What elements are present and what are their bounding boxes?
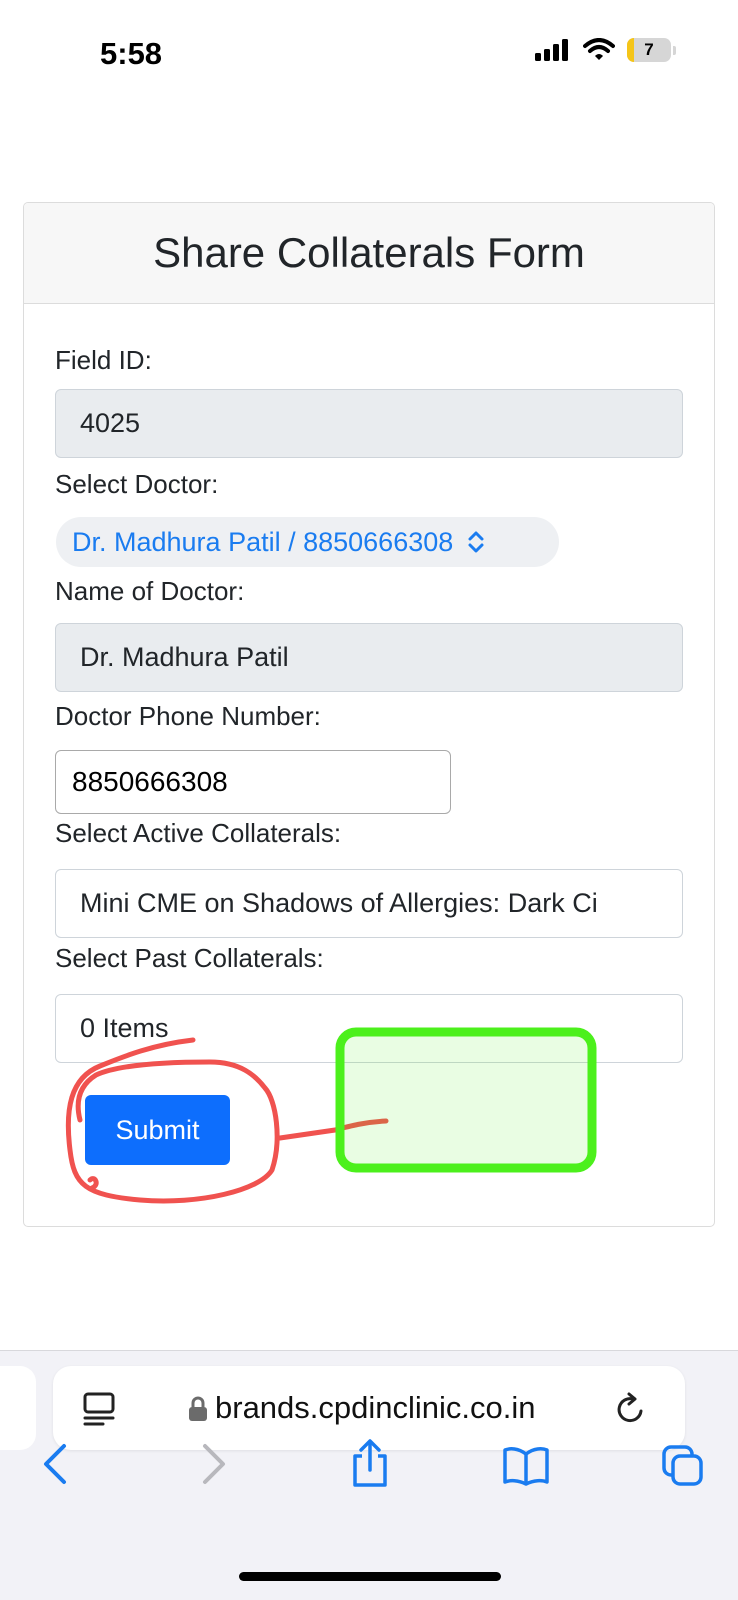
url-text: brands.cpdinclinic.co.in: [215, 1390, 536, 1425]
page-title: Share Collaterals Form: [153, 229, 585, 276]
browser-bottom-bar: brands.cpdinclinic.co.in: [0, 1350, 738, 1600]
battery-indicator: 7: [627, 38, 671, 62]
field-id-label: Field ID:: [55, 345, 152, 375]
battery-tip: [673, 45, 676, 55]
cellular-signal-icon: [535, 39, 568, 61]
status-icons: 7: [535, 38, 676, 62]
chevron-up-down-icon: [468, 531, 484, 553]
field-id-input: 4025: [55, 389, 683, 458]
back-icon[interactable]: [40, 1442, 70, 1486]
select-doctor-dropdown[interactable]: Dr. Madhura Patil / 8850666308: [56, 517, 559, 567]
lock-icon: [189, 1396, 207, 1421]
doctor-name-input: Dr. Madhura Patil: [55, 623, 683, 692]
bookmarks-icon[interactable]: [502, 1446, 550, 1486]
past-collaterals-label: Select Past Collaterals:: [55, 943, 324, 973]
doctor-phone-label: Doctor Phone Number:: [55, 701, 321, 731]
submit-button[interactable]: Submit: [85, 1095, 230, 1165]
active-collaterals-label: Select Active Collaterals:: [55, 818, 342, 848]
home-indicator[interactable]: [239, 1572, 501, 1581]
tabs-icon[interactable]: [661, 1444, 705, 1488]
share-collaterals-card: Share Collaterals Form Field ID: 4025 Se…: [23, 202, 715, 1227]
doctor-name-label: Name of Doctor:: [55, 576, 245, 606]
select-doctor-label: Select Doctor:: [55, 469, 219, 499]
previous-tab-preview[interactable]: [0, 1366, 36, 1450]
doctor-phone-input[interactable]: 8850666308: [55, 750, 451, 814]
battery-level: 7: [644, 40, 654, 59]
select-doctor-value: Dr. Madhura Patil / 8850666308: [72, 526, 454, 557]
wifi-icon: [583, 38, 615, 60]
card-header: Share Collaterals Form: [24, 203, 714, 304]
forward-icon[interactable]: [199, 1442, 229, 1486]
past-collaterals-select[interactable]: 0 Items: [55, 994, 683, 1063]
reader-icon[interactable]: [83, 1392, 115, 1426]
reload-icon[interactable]: [615, 1392, 647, 1426]
share-icon[interactable]: [350, 1438, 390, 1488]
active-collaterals-select[interactable]: Mini CME on Shadows of Allergies: Dark C…: [55, 869, 683, 938]
status-time: 5:58: [100, 36, 163, 71]
